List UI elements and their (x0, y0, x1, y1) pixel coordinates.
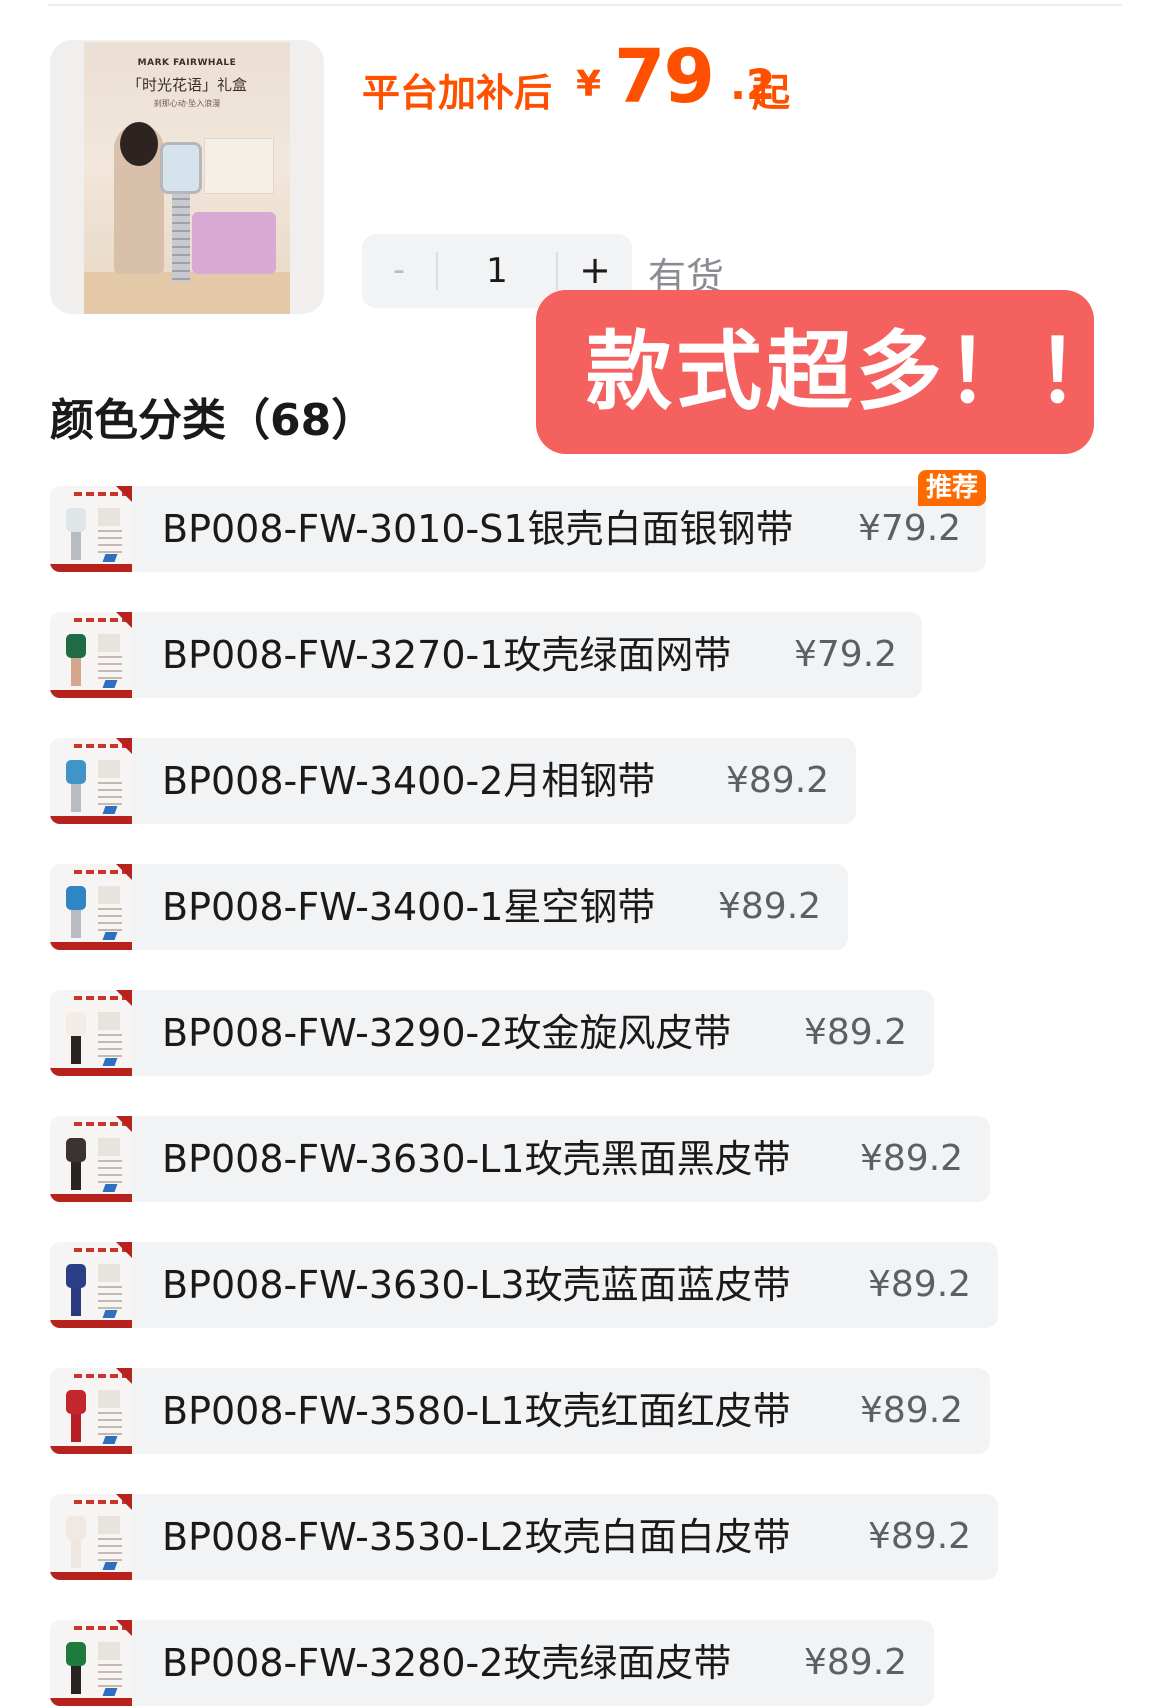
watch-dial (66, 634, 86, 658)
watch-dial (66, 886, 86, 910)
recommended-badge: 推荐 (917, 470, 986, 506)
watch-dial (66, 508, 86, 532)
watch-dial (66, 1390, 86, 1414)
watch-dial (66, 1012, 86, 1036)
price-suffix: 起 (752, 71, 791, 115)
variant-price: ¥89.2 (860, 1138, 964, 1179)
variant-price: ¥89.2 (860, 1390, 964, 1431)
variant-name: BP008-FW-3290-2玫金旋风皮带 (162, 1011, 732, 1055)
variant-name: BP008-FW-3630-L1玫壳黑面黑皮带 (162, 1137, 791, 1181)
price-integer: 79 (614, 34, 715, 120)
variant-price: ¥89.2 (868, 1516, 972, 1557)
watch-face (160, 142, 202, 194)
variant-thumbnail (50, 486, 132, 572)
watch-dial (66, 1138, 86, 1162)
variant-option[interactable]: BP008-FW-3010-S1银壳白面银钢带 ¥79.2 推荐 (50, 470, 986, 572)
variant-name: BP008-FW-3580-L1玫壳红面红皮带 (162, 1389, 791, 1433)
top-divider (48, 4, 1122, 6)
watch-dial (66, 760, 86, 784)
quantity-decrease-button[interactable]: - (362, 234, 436, 308)
watch-dial (66, 1516, 86, 1540)
variant-option[interactable]: BP008-FW-3290-2玫金旋风皮带 ¥89.2 (50, 990, 934, 1076)
watch-dial (66, 1264, 86, 1288)
variant-thumbnail (50, 1242, 132, 1328)
variant-thumbnail (50, 738, 132, 824)
variant-price: ¥89.2 (804, 1642, 908, 1683)
variant-option[interactable]: BP008-FW-3630-L3玫壳蓝面蓝皮带 ¥89.2 (50, 1242, 998, 1328)
watch-bracelet (172, 192, 190, 282)
product-image-subtitle: 刹那心动·坠入浪漫 (153, 99, 221, 108)
variant-name: BP008-FW-3400-1星空钢带 (162, 885, 656, 929)
variant-thumbnail (50, 990, 132, 1076)
watch-strap (71, 1664, 81, 1694)
product-image-art: MARK FAIRWHALE 「时光花语」礼盒 刹那心动·坠入浪漫 (84, 42, 290, 314)
watch-strap (71, 908, 81, 938)
variant-name: BP008-FW-3280-2玫壳绿面皮带 (162, 1641, 732, 1685)
variant-name: BP008-FW-3630-L3玫壳蓝面蓝皮带 (162, 1263, 791, 1307)
price-currency: ¥ (576, 64, 602, 105)
variant-name: BP008-FW-3270-1玫壳绿面网带 (162, 633, 732, 677)
promo-overlay-banner: 款式超多！！ (536, 290, 1122, 454)
product-image[interactable]: MARK FAIRWHALE 「时光花语」礼盒 刹那心动·坠入浪漫 (50, 40, 324, 314)
gift-box (192, 212, 276, 274)
watch-strap (71, 656, 81, 686)
variant-thumbnail (50, 1116, 132, 1202)
variant-thumbnail (50, 1368, 132, 1454)
watch-strap (71, 1286, 81, 1316)
price-prefix: 平台加补后 (362, 71, 553, 115)
variant-price: ¥89.2 (718, 886, 822, 927)
watch-strap (71, 1034, 81, 1064)
watch-strap (71, 782, 81, 812)
variant-section-title: 颜色分类（68） (50, 395, 376, 446)
product-image-brand: MARK FAIRWHALE (137, 58, 237, 68)
watch-strap (71, 1538, 81, 1568)
variant-option[interactable]: BP008-FW-3400-2月相钢带 ¥89.2 (50, 738, 856, 824)
variant-option[interactable]: BP008-FW-3530-L2玫壳白面白皮带 ¥89.2 (50, 1494, 998, 1580)
card-insert (204, 138, 274, 194)
variant-name: BP008-FW-3010-S1银壳白面银钢带 (162, 507, 794, 551)
product-image-title: 「时光花语」礼盒 (126, 76, 247, 94)
variant-option[interactable]: BP008-FW-3580-L1玫壳红面红皮带 ¥89.2 (50, 1368, 990, 1454)
variant-option[interactable]: BP008-FW-3400-1星空钢带 ¥89.2 (50, 864, 848, 950)
watch-strap (71, 1160, 81, 1190)
variant-price: ¥89.2 (726, 760, 830, 801)
variant-price: ¥89.2 (868, 1264, 972, 1305)
variant-option[interactable]: BP008-FW-3280-2玫壳绿面皮带 ¥89.2 (50, 1620, 934, 1706)
watch-strap (71, 1412, 81, 1442)
variant-name: BP008-FW-3530-L2玫壳白面白皮带 (162, 1515, 791, 1559)
variant-thumbnail (50, 1494, 132, 1580)
model-figure (114, 122, 164, 274)
variant-option[interactable]: BP008-FW-3630-L1玫壳黑面黑皮带 ¥89.2 (50, 1116, 990, 1202)
variant-thumbnail (50, 612, 132, 698)
watch-strap (71, 530, 81, 560)
variant-name: BP008-FW-3400-2月相钢带 (162, 759, 656, 803)
quantity-input[interactable]: 1 (438, 234, 556, 308)
variant-option[interactable]: BP008-FW-3270-1玫壳绿面网带 ¥79.2 (50, 612, 922, 698)
variant-thumbnail (50, 1620, 132, 1706)
watch-dial (66, 1642, 86, 1666)
variant-price: ¥89.2 (804, 1012, 908, 1053)
variant-price: ¥79.2 (794, 634, 898, 675)
variant-thumbnail (50, 864, 132, 950)
